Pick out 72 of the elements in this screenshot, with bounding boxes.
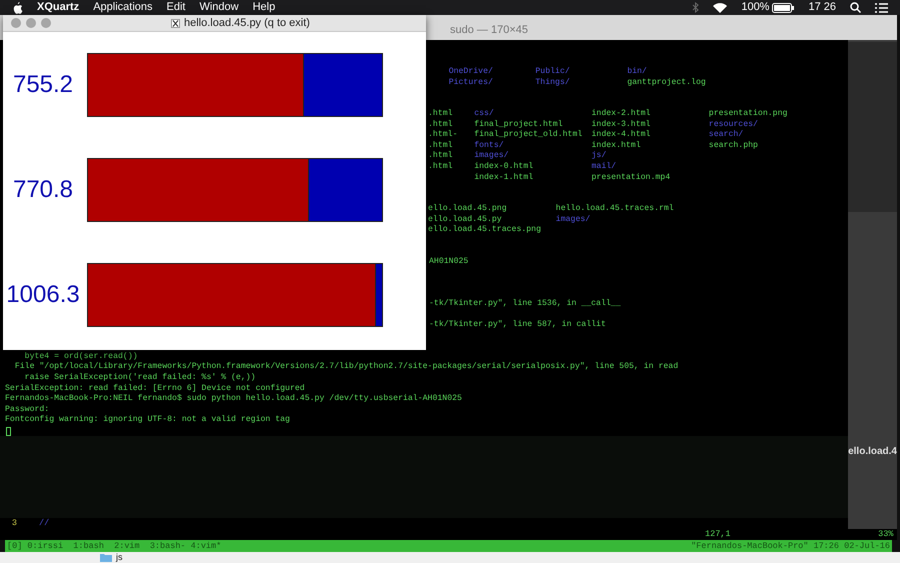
code-line: //: [39, 517, 50, 530]
terminal-line: Fernandos-MacBook-Pro:NEIL fernando$ sudo python hello.load.45.py /dev/tty.usbserial-AH01N025: [5, 394, 462, 405]
window-title: hello.load.45.py (q to exit): [184, 16, 310, 31]
file-name: hello.load.45.traces.rml: [556, 204, 674, 215]
file-name: .html: [428, 120, 453, 130]
directory-name: Pictures/: [448, 78, 493, 88]
terminal-line: -tk/Tkinter.py", line 1536, in __call__: [429, 299, 621, 310]
file-name: index-3.html: [592, 120, 650, 130]
terminal-line: byte4 = ord(ser.read()): [24, 352, 138, 362]
wifi-icon[interactable]: [713, 2, 728, 12]
clock[interactable]: 17 26: [808, 0, 836, 16]
menu-item[interactable]: Edit: [166, 0, 186, 16]
x-logo-icon: [171, 18, 180, 28]
file-name: index.html: [592, 140, 641, 151]
file-name: ello.load.45.png: [428, 204, 507, 215]
file-name: index-0.html: [474, 162, 534, 173]
file-name: ello.load.45.traces.png: [428, 225, 542, 236]
file-name: presentation.png: [708, 109, 788, 120]
host-and-time: "Fernandos-MacBook-Pro" 17:26 02-Jul-16: [691, 540, 890, 552]
directory-name: fonts/: [474, 140, 504, 151]
bluetooth-icon[interactable]: [692, 2, 700, 13]
file-name: search.php: [708, 140, 758, 152]
apple-icon[interactable]: [12, 2, 23, 14]
terminal-line: AH01N025: [429, 256, 468, 268]
file-name: .html: [428, 162, 453, 173]
file-name: final_project.html: [474, 120, 563, 130]
file-name: index-4.html: [592, 130, 650, 141]
terminal-line: raise SerialException('read failed: %s' % (e,)): [24, 372, 256, 384]
file-name: ganttproject.log: [627, 78, 706, 88]
directory-name: mail/: [592, 162, 616, 173]
directory-name: Public/: [535, 67, 570, 78]
terminal-line: Password:: [5, 404, 50, 415]
file-name: .html: [428, 109, 453, 120]
load-reading: 755.2: [12, 70, 74, 100]
file-name: presentation.mp4: [592, 172, 670, 184]
cursor-position: 127,1: [705, 528, 731, 541]
directory-name: OneDrive/: [448, 67, 493, 78]
file-name: index-1.html: [474, 172, 534, 184]
scroll-percent: 33%: [848, 529, 897, 540]
window-title: sudo — 170×45: [450, 22, 528, 38]
file-name: .html: [428, 140, 453, 151]
directory-name: search/: [708, 130, 744, 141]
terminal-line: -tk/Tkinter.py", line 587, in callit: [429, 320, 606, 331]
directory-name: images/: [556, 214, 590, 226]
load-reading: 1006.3: [5, 280, 81, 310]
folder-name[interactable]: js: [116, 550, 122, 563]
search-icon[interactable]: [850, 2, 861, 13]
terminal-line: File "/opt/local/Library/Frameworks/Python.framework/Versions/2.7/lib/python2.7/site-packages/serial/serialposix.py", line 505, in read: [14, 362, 678, 373]
window-list: [0] 0:irssi 1:bash 2:vim 3:bash- 4:vim*: [7, 540, 222, 552]
directory-name: resources/: [708, 120, 758, 130]
directory-name: css/: [474, 109, 494, 120]
file-name: ello.load.45.py: [428, 214, 502, 225]
file-name: .html: [428, 151, 453, 162]
file-name: final_project_old.html: [474, 130, 582, 141]
menu-item[interactable]: Help: [252, 0, 276, 16]
line-number: 3: [10, 517, 17, 530]
terminal-line: SerialException: read failed: [Errno 6] Device not configured: [5, 384, 305, 394]
menu-item[interactable]: Window: [199, 0, 239, 16]
menu-item[interactable]: Applications: [93, 0, 153, 16]
file-name: .html-: [428, 130, 458, 141]
list-icon[interactable]: [875, 2, 888, 12]
app-menu[interactable]: XQuartz: [37, 0, 80, 16]
file-name: ello.load.4: [848, 445, 897, 459]
directory-name: Things/: [535, 78, 570, 88]
file-name: index-2.html: [592, 109, 650, 120]
directory-name: images/: [474, 151, 509, 162]
directory-name: js/: [592, 151, 606, 162]
load-reading: 770.8: [12, 175, 74, 205]
directory-name: bin/: [627, 67, 647, 78]
terminal-line: Fontconfig warning: ignoring UTF-8: not a valid region tag: [5, 415, 290, 426]
battery-icon[interactable]: [772, 2, 794, 12]
battery-percent: 100%: [741, 0, 770, 16]
